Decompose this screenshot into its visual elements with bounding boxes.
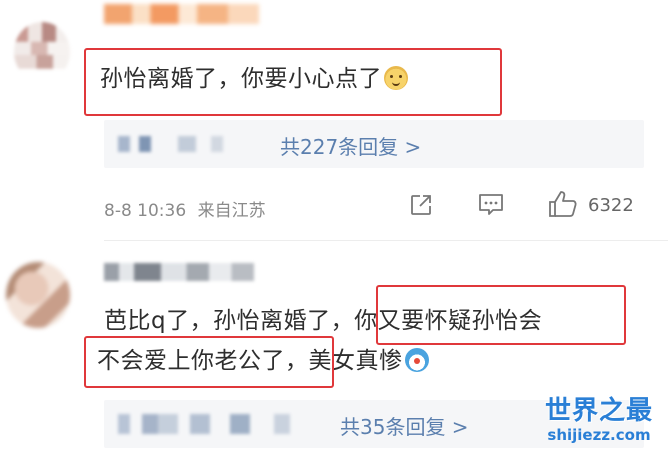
highlight-box [376, 285, 626, 345]
comment-date: 8-8 10:36 [104, 201, 187, 221]
replies-link[interactable]: 共227条回复 > [280, 131, 421, 160]
watermark-title: 世界之最 [544, 396, 653, 426]
doraemon-emoji-icon [404, 348, 429, 372]
username-blurred[interactable] [104, 263, 254, 281]
divider [104, 240, 668, 241]
watermark-url: shijiezz.com [547, 426, 651, 444]
watermark-logo: 世界之最 shijiezz.com [536, 396, 662, 444]
reply-authors-blurred [118, 414, 318, 434]
username-blurred[interactable] [104, 4, 259, 24]
reply-authors-blurred [118, 136, 268, 152]
share-icon[interactable] [408, 192, 434, 218]
comment-text-content: 孙怡离婚了，你要小心点了 [100, 66, 382, 92]
like-icon[interactable] [547, 189, 579, 219]
comment-text: 孙怡离婚了，你要小心点了 [100, 64, 408, 94]
comment-meta: 8-8 10:36 来自江苏 [104, 196, 266, 221]
doge-emoji-icon [384, 66, 408, 90]
replies-link[interactable]: 共35条回复 > [340, 411, 469, 440]
highlight-box [84, 336, 334, 388]
reply-preview[interactable]: 共227条回复 > [104, 120, 644, 168]
comment-location: 来自江苏 [197, 201, 266, 221]
avatar[interactable] [6, 262, 70, 328]
like-count: 6322 [588, 195, 634, 216]
comment-icon[interactable] [477, 192, 505, 218]
avatar[interactable] [14, 22, 70, 82]
